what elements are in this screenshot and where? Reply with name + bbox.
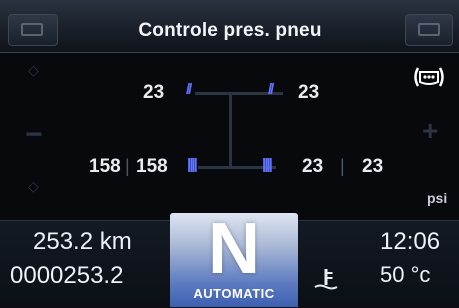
header-bar: Controle pres. pneu (0, 0, 459, 53)
plus-button[interactable]: + (422, 115, 438, 147)
front-left-pressure: 23 (143, 82, 165, 103)
rear-inner-right-pressure: 23 (302, 156, 324, 177)
rear-right-separator: | (340, 156, 345, 176)
front-right-pressure: 23 (298, 82, 320, 103)
menu-icon (418, 23, 440, 36)
down-arrow-icon[interactable]: ◇ (28, 178, 39, 195)
gear-indicator: N (208, 209, 260, 289)
tire-pressure-warning-icon (414, 67, 444, 87)
rear-inner-left-pressure: 158 (136, 156, 168, 177)
tire-pressure-screen: Controle pres. pneu ◇ − ◇ + 23 // // 23 … (0, 0, 459, 308)
page-title: Controle pres. pneu (138, 20, 322, 41)
clock-time: 12:06 (380, 228, 441, 255)
rear-outer-left-pressure: 158 (89, 156, 121, 177)
front-right-tire-icon: // (268, 81, 275, 98)
odometer: 0000253.2 (10, 262, 124, 289)
rear-left-separator: | (125, 156, 130, 176)
front-left-tire-icon: // (186, 81, 193, 98)
temperature-icon (314, 269, 338, 290)
menu-button[interactable] (405, 14, 453, 46)
rear-right-tire-icon: |||| (262, 156, 273, 173)
trip-distance: 253.2 km (33, 228, 132, 255)
rear-left-tire-icon: |||| (187, 156, 198, 173)
outside-temperature: 50 °c (380, 262, 431, 287)
transmission-mode: AUTOMATIC (193, 286, 275, 301)
up-arrow-icon[interactable]: ◇ (28, 62, 39, 79)
back-button[interactable] (8, 14, 58, 46)
center-shaft-line (229, 92, 232, 167)
minus-button[interactable]: − (25, 118, 43, 152)
back-icon (21, 23, 43, 36)
rear-outer-right-pressure: 23 (362, 156, 384, 177)
pressure-unit: psi (427, 190, 448, 206)
